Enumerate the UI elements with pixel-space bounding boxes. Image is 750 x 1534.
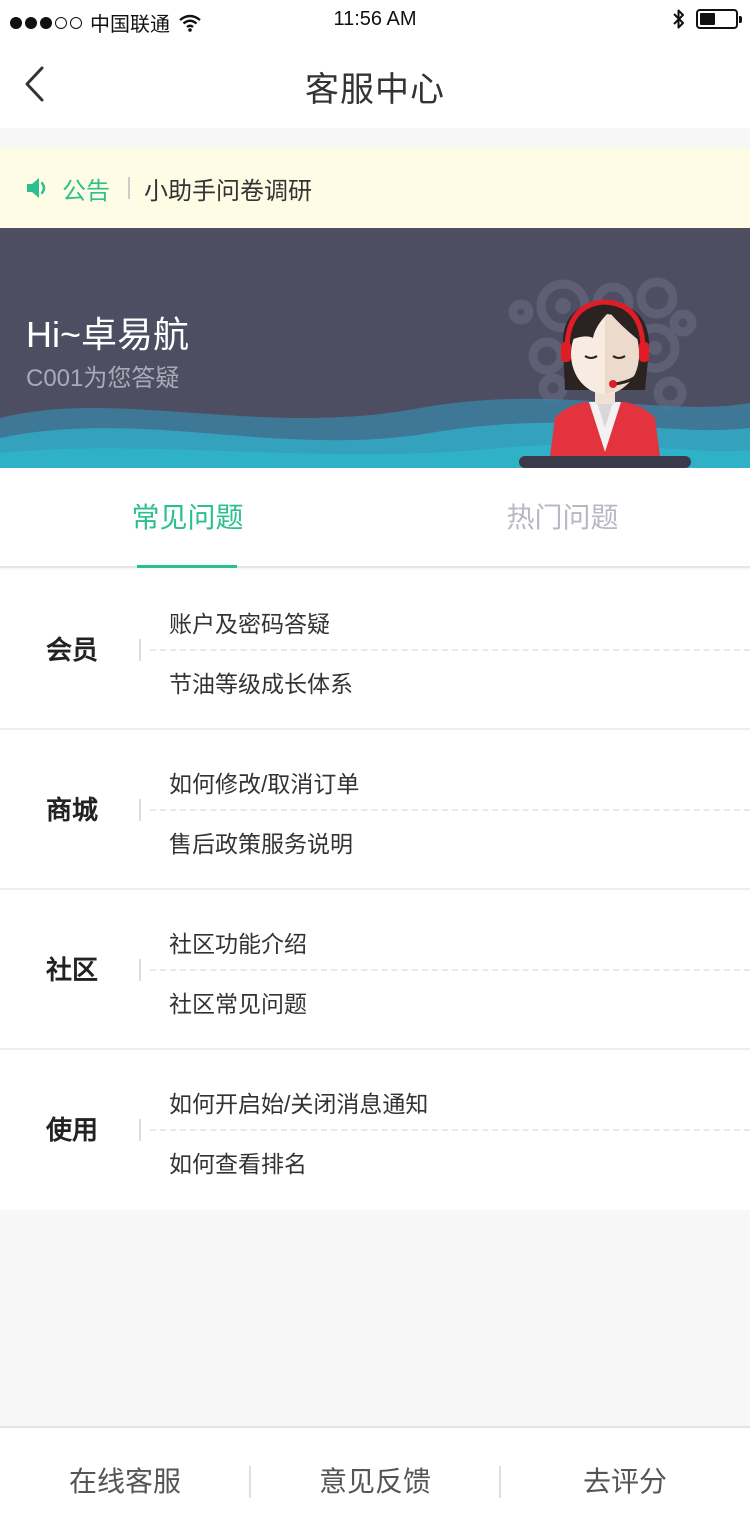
faq-question[interactable]: 社区功能介绍	[169, 925, 307, 959]
category-divider	[139, 959, 141, 981]
notice-bar[interactable]: 公告 小助手问卷调研	[0, 148, 750, 228]
dashed-divider	[150, 1129, 750, 1131]
rate-button[interactable]: 去评分	[500, 1428, 750, 1534]
faq-question[interactable]: 如何开启始/关闭消息通知	[169, 1085, 428, 1119]
faq-category: 社区	[46, 955, 99, 985]
tab-hot-questions[interactable]: 热门问题	[375, 468, 750, 568]
faq-question[interactable]: 节油等级成长体系	[169, 665, 353, 699]
faq-group-mall: 商城 如何修改/取消订单 售后政策服务说明	[0, 730, 750, 890]
category-divider	[139, 799, 141, 821]
dashed-divider	[150, 969, 750, 971]
faq-question[interactable]: 社区常见问题	[169, 985, 307, 1019]
page-title: 客服中心	[305, 71, 445, 109]
battery-level	[700, 13, 716, 25]
faq-question[interactable]: 如何修改/取消订单	[169, 765, 359, 799]
faq-tabs: 常见问题 热门问题	[0, 468, 750, 568]
notice-text[interactable]: 小助手问卷调研	[144, 171, 312, 206]
dashed-divider	[150, 809, 750, 811]
active-tab-indicator	[137, 565, 237, 568]
faq-group-usage: 使用 如何开启始/关闭消息通知 如何查看排名	[0, 1050, 750, 1210]
banner-greeting: Hi~卓易航	[26, 314, 190, 355]
faq-group-member: 会员 账户及密码答疑 节油等级成长体系	[0, 570, 750, 730]
notice-divider	[128, 177, 130, 199]
status-bar: 中国联通 11:56 AM	[0, 0, 750, 40]
feedback-button[interactable]: 意见反馈	[250, 1428, 500, 1534]
dashed-divider	[150, 649, 750, 651]
nav-bar: 客服中心	[0, 40, 750, 128]
status-time: 11:56 AM	[333, 8, 417, 30]
category-divider	[139, 639, 141, 661]
faq-list: 会员 账户及密码答疑 节油等级成长体系 商城 如何修改/取消订单 售后政策服务说…	[0, 570, 750, 1210]
category-divider	[139, 1119, 141, 1141]
online-service-button[interactable]: 在线客服	[0, 1428, 250, 1534]
agent-avatar	[519, 299, 691, 468]
faq-group-community: 社区 社区功能介绍 社区常见问题	[0, 890, 750, 1050]
faq-question[interactable]: 账户及密码答疑	[169, 605, 330, 639]
faq-question[interactable]: 如何查看排名	[169, 1145, 307, 1179]
battery-icon	[696, 9, 742, 29]
banner-subtitle: C001为您答疑	[26, 365, 180, 392]
speaker-icon	[27, 178, 46, 198]
faq-category: 会员	[46, 635, 99, 665]
faq-category: 使用	[46, 1115, 99, 1145]
status-right	[672, 8, 742, 30]
faq-question[interactable]: 售后政策服务说明	[169, 825, 353, 859]
tab-common-questions[interactable]: 常见问题	[0, 468, 375, 568]
bluetooth-icon	[673, 9, 684, 29]
faq-category: 商城	[46, 795, 99, 825]
bottom-action-bar: 在线客服 意见反馈 去评分	[0, 1426, 750, 1534]
service-banner: Hi~卓易航 C001为您答疑	[0, 228, 750, 468]
notice-label: 公告	[62, 177, 110, 205]
